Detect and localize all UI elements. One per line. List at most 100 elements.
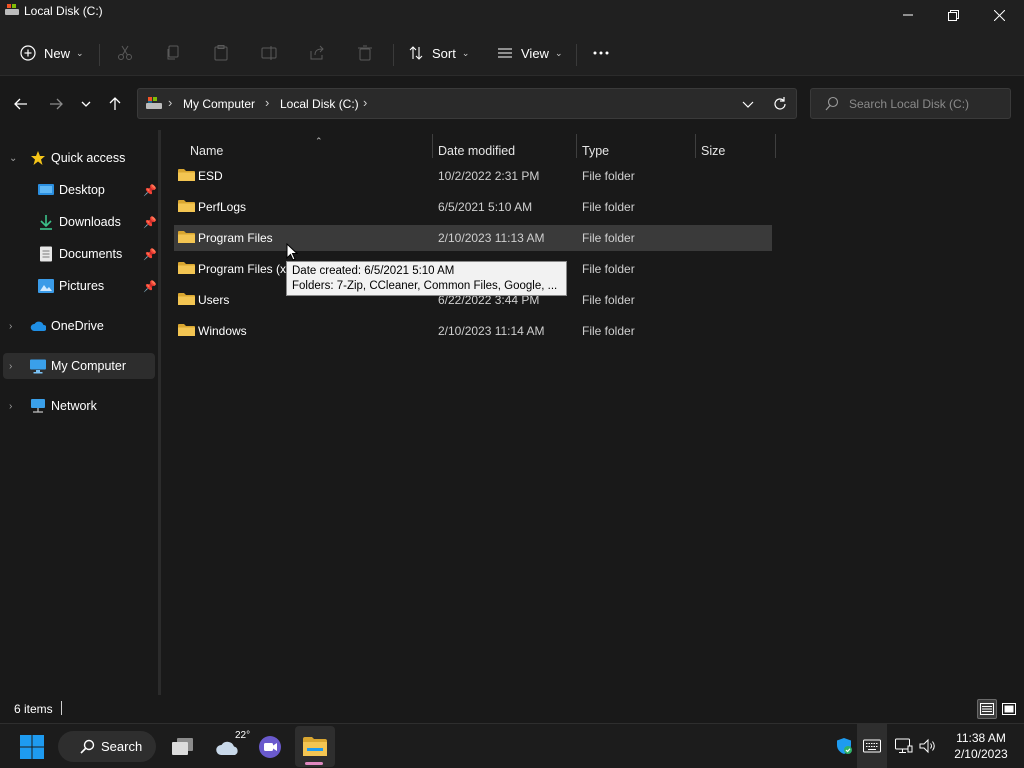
- pin-icon[interactable]: 📌: [143, 216, 157, 229]
- drive-icon: [146, 97, 162, 109]
- close-button[interactable]: [976, 0, 1022, 30]
- chevron-down-icon[interactable]: ⌄: [9, 153, 17, 164]
- clock-time: 11:38 AM: [956, 731, 1006, 745]
- rename-button[interactable]: [261, 38, 277, 68]
- download-icon: [38, 214, 54, 230]
- search-input[interactable]: [849, 95, 1004, 113]
- table-row[interactable]: Program Files 2/10/2023 11:13 AM File fo…: [174, 225, 772, 251]
- start-button[interactable]: [12, 724, 52, 768]
- nav-item-desktop[interactable]: Desktop 📌: [3, 177, 157, 203]
- minimize-icon: [903, 14, 913, 16]
- more-options-button[interactable]: [592, 38, 610, 68]
- volume-tray-icon[interactable]: [918, 736, 938, 756]
- chevron-down-icon: ⌄: [554, 47, 563, 58]
- column-header-size[interactable]: Size: [695, 136, 775, 166]
- sort-button[interactable]: Sort ⌄: [408, 38, 469, 68]
- file-type: File folder: [582, 200, 635, 214]
- document-icon: [38, 246, 54, 262]
- folder-tooltip: Date created: 6/5/2021 5:10 AM Folders: …: [286, 261, 567, 296]
- nav-item-onedrive[interactable]: › OneDrive: [3, 313, 155, 339]
- restore-button[interactable]: [930, 0, 976, 30]
- taskbar-search-button[interactable]: Search: [58, 731, 156, 762]
- nav-item-quick-access[interactable]: ⌄ Quick access: [3, 145, 155, 171]
- nav-label: Pictures: [59, 279, 105, 293]
- network-tray-icon[interactable]: [894, 736, 914, 756]
- nav-item-network[interactable]: › Network: [3, 393, 155, 419]
- folder-icon: [303, 736, 327, 756]
- navigation-pane: ⌄ Quick access Desktop 📌 Downloads 📌 Doc…: [0, 130, 158, 695]
- delete-button[interactable]: [357, 38, 373, 68]
- refresh-icon: [774, 97, 786, 110]
- paste-button[interactable]: [213, 38, 229, 68]
- table-row[interactable]: ESD 10/2/2022 2:31 PM File folder: [174, 163, 772, 189]
- share-icon: [310, 45, 324, 60]
- task-view-button[interactable]: [163, 724, 203, 768]
- pin-icon[interactable]: 📌: [143, 248, 157, 261]
- clipboard-icon: [214, 45, 228, 61]
- breadcrumb-separator: ›: [363, 95, 368, 110]
- file-explorer-taskbar-button[interactable]: [295, 726, 335, 767]
- touch-keyboard-button[interactable]: [862, 736, 882, 756]
- forward-button[interactable]: [44, 93, 68, 115]
- chevron-right-icon[interactable]: ›: [9, 361, 12, 372]
- minimize-button[interactable]: [885, 0, 931, 30]
- nav-item-my-computer[interactable]: › My Computer: [3, 353, 155, 379]
- search-box[interactable]: [810, 88, 1011, 119]
- file-type: File folder: [582, 293, 635, 307]
- close-icon: [993, 9, 1005, 21]
- nav-item-downloads[interactable]: Downloads 📌: [3, 209, 157, 235]
- arrow-up-icon: [109, 97, 121, 110]
- back-button[interactable]: [9, 93, 33, 115]
- nav-item-pictures[interactable]: Pictures 📌: [3, 273, 157, 299]
- breadcrumb-local-disk[interactable]: Local Disk (C:): [280, 97, 359, 111]
- copy-icon: [167, 45, 179, 60]
- details-view-button[interactable]: [977, 699, 997, 719]
- new-button[interactable]: New ⌄: [20, 38, 84, 68]
- column-header-date[interactable]: Date modified: [432, 136, 576, 166]
- folder-icon: [178, 169, 195, 181]
- share-button[interactable]: [309, 38, 325, 68]
- file-name: Users: [198, 293, 230, 307]
- clock[interactable]: 11:38 AM 2/10/2023: [946, 730, 1016, 762]
- large-icons-view-button[interactable]: [999, 699, 1019, 719]
- address-history-button[interactable]: [738, 95, 758, 113]
- table-row[interactable]: Windows 2/10/2023 11:14 AM File folder: [174, 318, 772, 344]
- restore-icon: [947, 9, 959, 21]
- address-bar[interactable]: › My Computer › Local Disk (C:) ›: [137, 88, 797, 119]
- nav-label: My Computer: [51, 359, 127, 373]
- sort-ascending-icon: ⌃: [315, 136, 323, 146]
- view-label: View: [521, 45, 549, 61]
- shield-icon: [837, 738, 852, 754]
- search-icon: [825, 96, 839, 111]
- divider: [576, 44, 577, 66]
- file-type: File folder: [582, 324, 635, 338]
- file-type: File folder: [582, 169, 635, 183]
- pin-icon[interactable]: 📌: [143, 184, 157, 197]
- column-separator[interactable]: [775, 134, 776, 158]
- copy-button[interactable]: [165, 38, 181, 68]
- folder-icon: [178, 324, 195, 336]
- clock-date: 2/10/2023: [954, 747, 1008, 761]
- column-header-name[interactable]: Name ⌃: [174, 136, 432, 166]
- nav-item-documents[interactable]: Documents 📌: [3, 241, 157, 267]
- drive-icon: [5, 4, 19, 15]
- security-tray-icon[interactable]: [834, 736, 854, 756]
- nav-label: Quick access: [51, 151, 126, 165]
- recent-locations-button[interactable]: [74, 93, 98, 115]
- details-view-icon: [980, 703, 994, 715]
- taskbar: Search 22° 11:38 AM 2/10/2023: [0, 723, 1024, 768]
- up-button[interactable]: [103, 93, 127, 115]
- view-button[interactable]: View ⌄: [497, 38, 563, 68]
- cut-button[interactable]: [117, 38, 133, 68]
- teams-chat-button[interactable]: [250, 724, 290, 768]
- column-header-type[interactable]: Type: [576, 136, 696, 166]
- file-list: Name ⌃ Date modified Type Size ESD 10/2/…: [161, 130, 1024, 695]
- table-row[interactable]: PerfLogs 6/5/2021 5:10 AM File folder: [174, 194, 772, 220]
- chevron-down-icon: [81, 101, 91, 107]
- chevron-down-icon: [742, 101, 754, 108]
- pin-icon[interactable]: 📌: [143, 280, 157, 293]
- chevron-right-icon[interactable]: ›: [9, 401, 12, 412]
- refresh-button[interactable]: [770, 94, 790, 114]
- chevron-right-icon[interactable]: ›: [9, 321, 12, 332]
- breadcrumb-my-computer[interactable]: My Computer: [183, 97, 255, 111]
